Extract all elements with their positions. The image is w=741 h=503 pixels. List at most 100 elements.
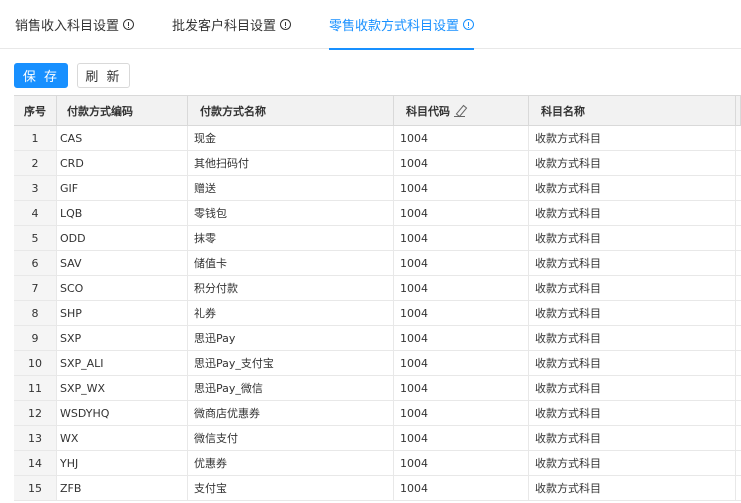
- row-index: 9: [14, 326, 57, 350]
- header-filler: [736, 96, 741, 125]
- save-button[interactable]: 保 存: [14, 63, 68, 88]
- subject-code-cell[interactable]: 1004: [394, 251, 529, 275]
- table-row[interactable]: 11 SXP_WX 思迅Pay_微信 1004 收款方式科目: [14, 376, 741, 401]
- payment-code-cell: SAV: [57, 251, 188, 275]
- row-index: 4: [14, 201, 57, 225]
- refresh-button[interactable]: 刷 新: [77, 63, 130, 88]
- tab-label: 销售收入科目设置: [15, 19, 120, 34]
- row-filler: [736, 351, 741, 375]
- payment-name-cell: 现金: [188, 126, 394, 150]
- payment-code-cell: SHP: [57, 301, 188, 325]
- payment-subject-table: 序号 付款方式编码 付款方式名称 科目代码 科目名称 1 CAS 现金 1004 收款方…: [14, 95, 741, 501]
- subject-name-cell: 收款方式科目: [529, 326, 736, 350]
- table-header-row: 序号 付款方式编码 付款方式名称 科目代码 科目名称: [14, 95, 741, 126]
- payment-name-cell: 其他扫码付: [188, 151, 394, 175]
- payment-name-cell: 积分付款: [188, 276, 394, 300]
- payment-code-cell: ZFB: [57, 476, 188, 500]
- row-filler: [736, 201, 741, 225]
- payment-name-cell: 零钱包: [188, 201, 394, 225]
- table-row[interactable]: 10 SXP_ALI 思迅Pay_支付宝 1004 收款方式科目: [14, 351, 741, 376]
- table-row[interactable]: 5 ODD 抹零 1004 收款方式科目: [14, 226, 741, 251]
- table-row[interactable]: 14 YHJ 优惠券 1004 收款方式科目: [14, 451, 741, 476]
- payment-name-cell: 支付宝: [188, 476, 394, 500]
- table-row[interactable]: 9 SXP 思迅Pay 1004 收款方式科目: [14, 326, 741, 351]
- subject-code-cell[interactable]: 1004: [394, 201, 529, 225]
- row-index: 11: [14, 376, 57, 400]
- subject-name-cell: 收款方式科目: [529, 151, 736, 175]
- row-filler: [736, 401, 741, 425]
- table-row[interactable]: 4 LQB 零钱包 1004 收款方式科目: [14, 201, 741, 226]
- header-index[interactable]: 序号: [14, 96, 57, 125]
- subject-code-cell[interactable]: 1004: [394, 276, 529, 300]
- subject-code-cell[interactable]: 1004: [394, 401, 529, 425]
- subject-code-cell[interactable]: 1004: [394, 126, 529, 150]
- table-row[interactable]: 13 WX 微信支付 1004 收款方式科目: [14, 426, 741, 451]
- subject-code-cell[interactable]: 1004: [394, 451, 529, 475]
- payment-name-cell: 思迅Pay: [188, 326, 394, 350]
- row-index: 1: [14, 126, 57, 150]
- payment-code-cell: WX: [57, 426, 188, 450]
- info-circle-icon[interactable]: [280, 19, 292, 30]
- row-filler: [736, 451, 741, 475]
- subject-name-cell: 收款方式科目: [529, 176, 736, 200]
- payment-code-cell: SXP_ALI: [57, 351, 188, 375]
- tab-sales-income-subject[interactable]: 销售收入科目设置: [15, 0, 135, 49]
- payment-code-cell: YHJ: [57, 451, 188, 475]
- subject-code-cell[interactable]: 1004: [394, 176, 529, 200]
- subject-code-cell[interactable]: 1004: [394, 476, 529, 500]
- tab-label: 批发客户科目设置: [172, 19, 277, 34]
- payment-name-cell: 礼券: [188, 301, 394, 325]
- payment-code-cell: CAS: [57, 126, 188, 150]
- subject-code-cell[interactable]: 1004: [394, 351, 529, 375]
- tab-retail-payment-subject[interactable]: 零售收款方式科目设置: [329, 0, 475, 50]
- tab-label: 零售收款方式科目设置: [329, 19, 460, 34]
- header-subject-name[interactable]: 科目名称: [529, 96, 736, 125]
- row-index: 7: [14, 276, 57, 300]
- table-row[interactable]: 8 SHP 礼券 1004 收款方式科目: [14, 301, 741, 326]
- row-index: 13: [14, 426, 57, 450]
- table-row[interactable]: 7 SCO 积分付款 1004 收款方式科目: [14, 276, 741, 301]
- subject-code-cell[interactable]: 1004: [394, 426, 529, 450]
- header-payment-code[interactable]: 付款方式编码: [57, 96, 188, 125]
- payment-name-cell: 思迅Pay_支付宝: [188, 351, 394, 375]
- header-subject-code[interactable]: 科目代码: [394, 96, 529, 125]
- row-index: 10: [14, 351, 57, 375]
- subject-name-cell: 收款方式科目: [529, 426, 736, 450]
- subject-code-cell[interactable]: 1004: [394, 301, 529, 325]
- payment-name-cell: 赠送: [188, 176, 394, 200]
- row-filler: [736, 426, 741, 450]
- subject-name-cell: 收款方式科目: [529, 276, 736, 300]
- tab-wholesale-customer-subject[interactable]: 批发客户科目设置: [172, 0, 292, 49]
- table-row[interactable]: 15 ZFB 支付宝 1004 收款方式科目: [14, 476, 741, 501]
- subject-name-cell: 收款方式科目: [529, 301, 736, 325]
- table-row[interactable]: 12 WSDYHQ 微商店优惠券 1004 收款方式科目: [14, 401, 741, 426]
- table-row[interactable]: 3 GIF 赠送 1004 收款方式科目: [14, 176, 741, 201]
- row-filler: [736, 126, 741, 150]
- table-row[interactable]: 6 SAV 储值卡 1004 收款方式科目: [14, 251, 741, 276]
- row-filler: [736, 276, 741, 300]
- info-circle-icon[interactable]: [123, 19, 135, 30]
- payment-code-cell: ODD: [57, 226, 188, 250]
- payment-code-cell: WSDYHQ: [57, 401, 188, 425]
- subject-code-cell[interactable]: 1004: [394, 226, 529, 250]
- header-payment-name[interactable]: 付款方式名称: [188, 96, 394, 125]
- subject-code-cell[interactable]: 1004: [394, 326, 529, 350]
- row-filler: [736, 251, 741, 275]
- table-row[interactable]: 1 CAS 现金 1004 收款方式科目: [14, 126, 741, 151]
- row-index: 15: [14, 476, 57, 500]
- table-row[interactable]: 2 CRD 其他扫码付 1004 收款方式科目: [14, 151, 741, 176]
- subject-name-cell: 收款方式科目: [529, 476, 736, 500]
- subject-name-cell: 收款方式科目: [529, 451, 736, 475]
- subject-code-cell[interactable]: 1004: [394, 376, 529, 400]
- subject-name-cell: 收款方式科目: [529, 401, 736, 425]
- payment-code-cell: CRD: [57, 151, 188, 175]
- row-filler: [736, 476, 741, 500]
- info-circle-icon[interactable]: [463, 19, 475, 30]
- row-filler: [736, 176, 741, 200]
- payment-code-cell: SXP: [57, 326, 188, 350]
- payment-code-cell: LQB: [57, 201, 188, 225]
- payment-name-cell: 思迅Pay_微信: [188, 376, 394, 400]
- row-index: 3: [14, 176, 57, 200]
- subject-code-cell[interactable]: 1004: [394, 151, 529, 175]
- payment-code-cell: GIF: [57, 176, 188, 200]
